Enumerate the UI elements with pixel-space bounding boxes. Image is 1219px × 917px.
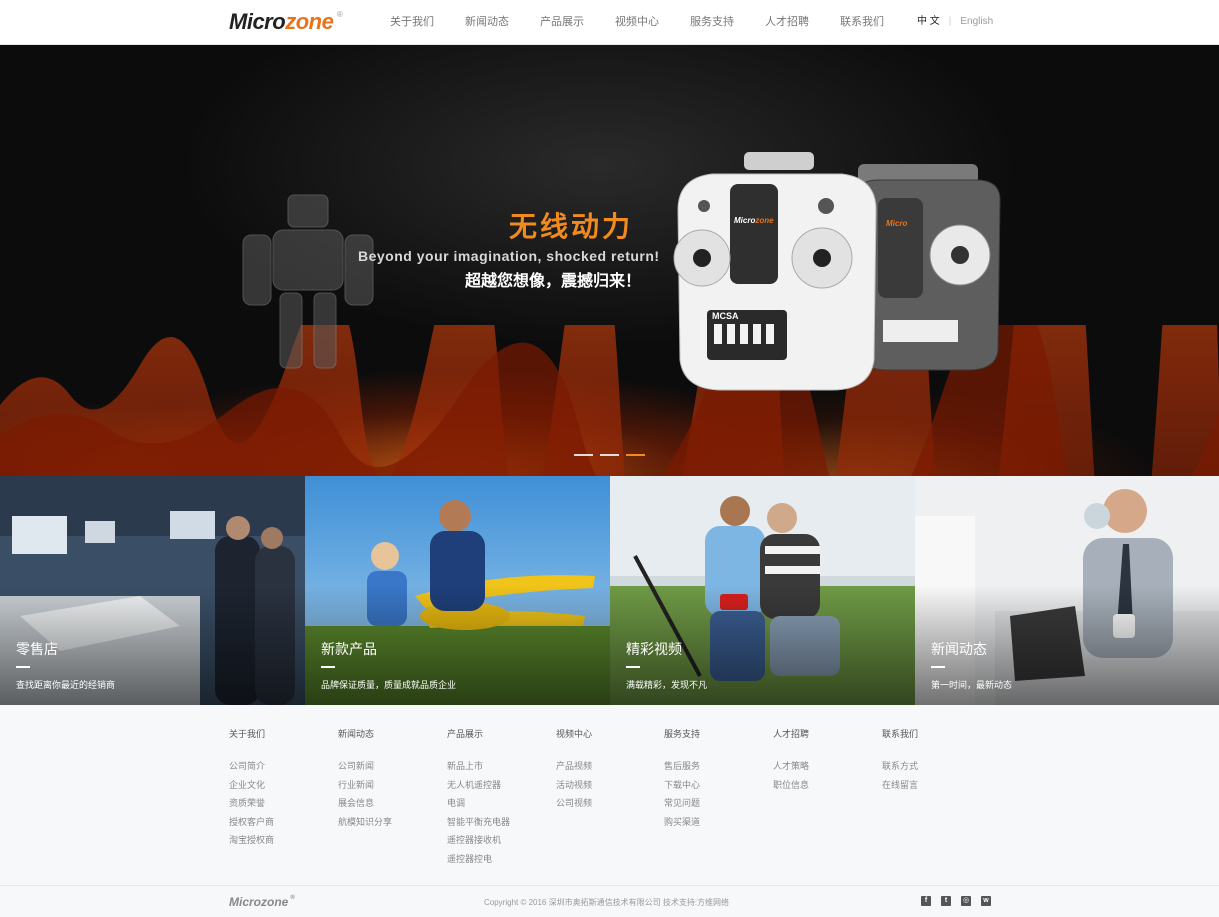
- tile-title: 新闻动态: [931, 642, 987, 658]
- footer-link[interactable]: 公司简介: [229, 757, 274, 776]
- footer-link[interactable]: 活动视频: [556, 776, 592, 795]
- weibo-icon[interactable]: w: [981, 896, 991, 906]
- footer-column-contact: 联系我们 联系方式 在线留言: [882, 727, 918, 794]
- twitter-icon[interactable]: t: [941, 896, 951, 906]
- footer-logo-text: Microzone: [229, 895, 289, 909]
- footer-link[interactable]: 电调: [447, 794, 510, 813]
- registered-mark: ®: [290, 895, 295, 901]
- footer-link[interactable]: 在线留言: [882, 776, 918, 795]
- footer-link[interactable]: 售后服务: [664, 757, 700, 776]
- main-nav: 关于我们 新闻动态 产品展示 视频中心 服务支持 人才招聘 联系我们: [390, 0, 915, 45]
- nav-item-support[interactable]: 服务支持: [690, 0, 734, 45]
- footer-link[interactable]: 购买渠道: [664, 813, 700, 832]
- footer-column-news: 新闻动态 公司新闻 行业新闻 展会信息 航模知识分享: [338, 727, 392, 831]
- footer-link[interactable]: 企业文化: [229, 776, 274, 795]
- tile-videos[interactable]: 精彩视频 满载精彩，发现不凡: [610, 476, 915, 705]
- logo-text-zone: zone: [285, 9, 334, 34]
- tile-title: 精彩视频: [626, 642, 682, 658]
- nav-item-products[interactable]: 产品展示: [540, 0, 584, 45]
- lang-separator: |: [948, 16, 952, 27]
- tile-news[interactable]: 新闻动态 第一时间，最新动态: [915, 476, 1219, 705]
- feature-tiles: 零售店 查找距离你最近的经销商 新款产品 品牌保证质量，质量成就品质企业 精彩视…: [0, 476, 1219, 705]
- footer-heading[interactable]: 联系我们: [882, 727, 918, 740]
- footer-link[interactable]: 航模知识分享: [338, 813, 392, 832]
- tile-description: 满载精彩，发现不凡: [626, 680, 708, 690]
- hero-subtitle-cn: 超越您想像，震撼归来！: [465, 271, 642, 290]
- tile-description: 第一时间，最新动态: [931, 680, 1013, 690]
- lang-chinese[interactable]: 中 文: [917, 16, 940, 27]
- robot-silhouette: [242, 194, 374, 369]
- footer-link[interactable]: 职位信息: [773, 776, 809, 795]
- bottom-bar: Microzone ® Copyright © 2016 深圳市奥拓斯通信技术有限…: [0, 885, 1219, 917]
- tile-description: 品牌保证质量，质量成就品质企业: [321, 680, 457, 690]
- tile-divider: [931, 666, 945, 668]
- carousel-dot-1[interactable]: [574, 454, 593, 456]
- footer-link[interactable]: 人才策略: [773, 757, 809, 776]
- carousel-indicators: [574, 454, 652, 456]
- footer-heading[interactable]: 关于我们: [229, 727, 274, 740]
- tile-new-products[interactable]: 新款产品 品牌保证质量，质量成就品质企业: [305, 476, 610, 705]
- carousel-dot-3[interactable]: [626, 454, 645, 456]
- footer-link[interactable]: 行业新闻: [338, 776, 392, 795]
- site-header: Microzone ® 关于我们 新闻动态 产品展示 视频中心 服务支持 人才招聘…: [0, 0, 1219, 45]
- nav-item-careers[interactable]: 人才招聘: [765, 0, 809, 45]
- footer-link[interactable]: 淘宝授权商: [229, 831, 274, 850]
- nav-item-about[interactable]: 关于我们: [390, 0, 434, 45]
- registered-mark: ®: [336, 10, 343, 19]
- footer-link[interactable]: 智能平衡充电器: [447, 813, 510, 832]
- tile-description: 查找距离你最近的经销商: [16, 680, 116, 690]
- tile-divider: [626, 666, 640, 668]
- footer-heading[interactable]: 服务支持: [664, 727, 700, 740]
- nav-item-news[interactable]: 新闻动态: [465, 0, 509, 45]
- logo[interactable]: Microzone ®: [229, 9, 343, 35]
- svg-text:Microzone: Microzone: [734, 216, 774, 225]
- footer-column-careers: 人才招聘 人才策略 职位信息: [773, 727, 809, 794]
- tile-retail-store[interactable]: 零售店 查找距离你最近的经销商: [0, 476, 305, 705]
- footer-link[interactable]: 资质荣誉: [229, 794, 274, 813]
- carousel-dot-2[interactable]: [600, 454, 619, 456]
- footer-column-about: 关于我们 公司简介 企业文化 资质荣誉 授权客户商 淘宝授权商: [229, 727, 274, 850]
- footer-link[interactable]: 常见问题: [664, 794, 700, 813]
- nav-item-videos[interactable]: 视频中心: [615, 0, 659, 45]
- hero-title: 无线动力: [509, 210, 634, 243]
- facebook-icon[interactable]: f: [921, 896, 931, 906]
- footer-heading[interactable]: 视频中心: [556, 727, 592, 740]
- nav-item-contact[interactable]: 联系我们: [840, 0, 884, 45]
- svg-text:MCSA: MCSA: [712, 311, 739, 321]
- footer-links: 关于我们 公司简介 企业文化 资质荣誉 授权客户商 淘宝授权商 新闻动态 公司新…: [0, 705, 1219, 885]
- footer-link[interactable]: 公司视频: [556, 794, 592, 813]
- footer-link[interactable]: 产品视频: [556, 757, 592, 776]
- footer-link[interactable]: 遥控器接收机: [447, 831, 510, 850]
- tile-divider: [16, 666, 30, 668]
- footer-link[interactable]: 授权客户商: [229, 813, 274, 832]
- footer-heading[interactable]: 产品展示: [447, 727, 510, 740]
- footer-link[interactable]: 公司新闻: [338, 757, 392, 776]
- footer-link[interactable]: 下载中心: [664, 776, 700, 795]
- language-switcher: 中 文 | English: [917, 0, 993, 44]
- footer-column-videos: 视频中心 产品视频 活动视频 公司视频: [556, 727, 592, 813]
- hero-subtitle-en: Beyond your imagination, shocked return!: [358, 248, 660, 264]
- footer-column-support: 服务支持 售后服务 下载中心 常见问题 购买渠道: [664, 727, 700, 831]
- logo-text-micro: Micro: [229, 9, 286, 34]
- radio-controller-white: Microzone MCSA: [673, 152, 877, 391]
- footer-link[interactable]: 新品上市: [447, 757, 510, 776]
- wechat-icon[interactable]: ◎: [961, 896, 971, 906]
- footer-link[interactable]: 联系方式: [882, 757, 918, 776]
- tile-title: 新款产品: [321, 642, 377, 658]
- social-links: f t ◎ w: [921, 896, 1001, 906]
- footer-heading[interactable]: 新闻动态: [338, 727, 392, 740]
- footer-logo[interactable]: Microzone ®: [229, 895, 295, 909]
- footer-link[interactable]: 展会信息: [338, 794, 392, 813]
- footer-heading[interactable]: 人才招聘: [773, 727, 809, 740]
- copyright-text: Copyright © 2016 深圳市奥拓斯通信技术有限公司 技术支持:方维网…: [484, 898, 730, 907]
- tile-divider: [321, 666, 335, 668]
- tile-title: 零售店: [16, 642, 58, 658]
- svg-text:Micro: Micro: [886, 219, 907, 228]
- lang-english[interactable]: English: [960, 16, 993, 27]
- footer-link[interactable]: 无人机遥控器: [447, 776, 510, 795]
- hero-banner[interactable]: 无线动力 Beyond your imagination, shocked re…: [0, 45, 1219, 476]
- footer-link[interactable]: 遥控器控电: [447, 850, 510, 869]
- footer-column-products: 产品展示 新品上市 无人机遥控器 电调 智能平衡充电器 遥控器接收机 遥控器控电: [447, 727, 510, 868]
